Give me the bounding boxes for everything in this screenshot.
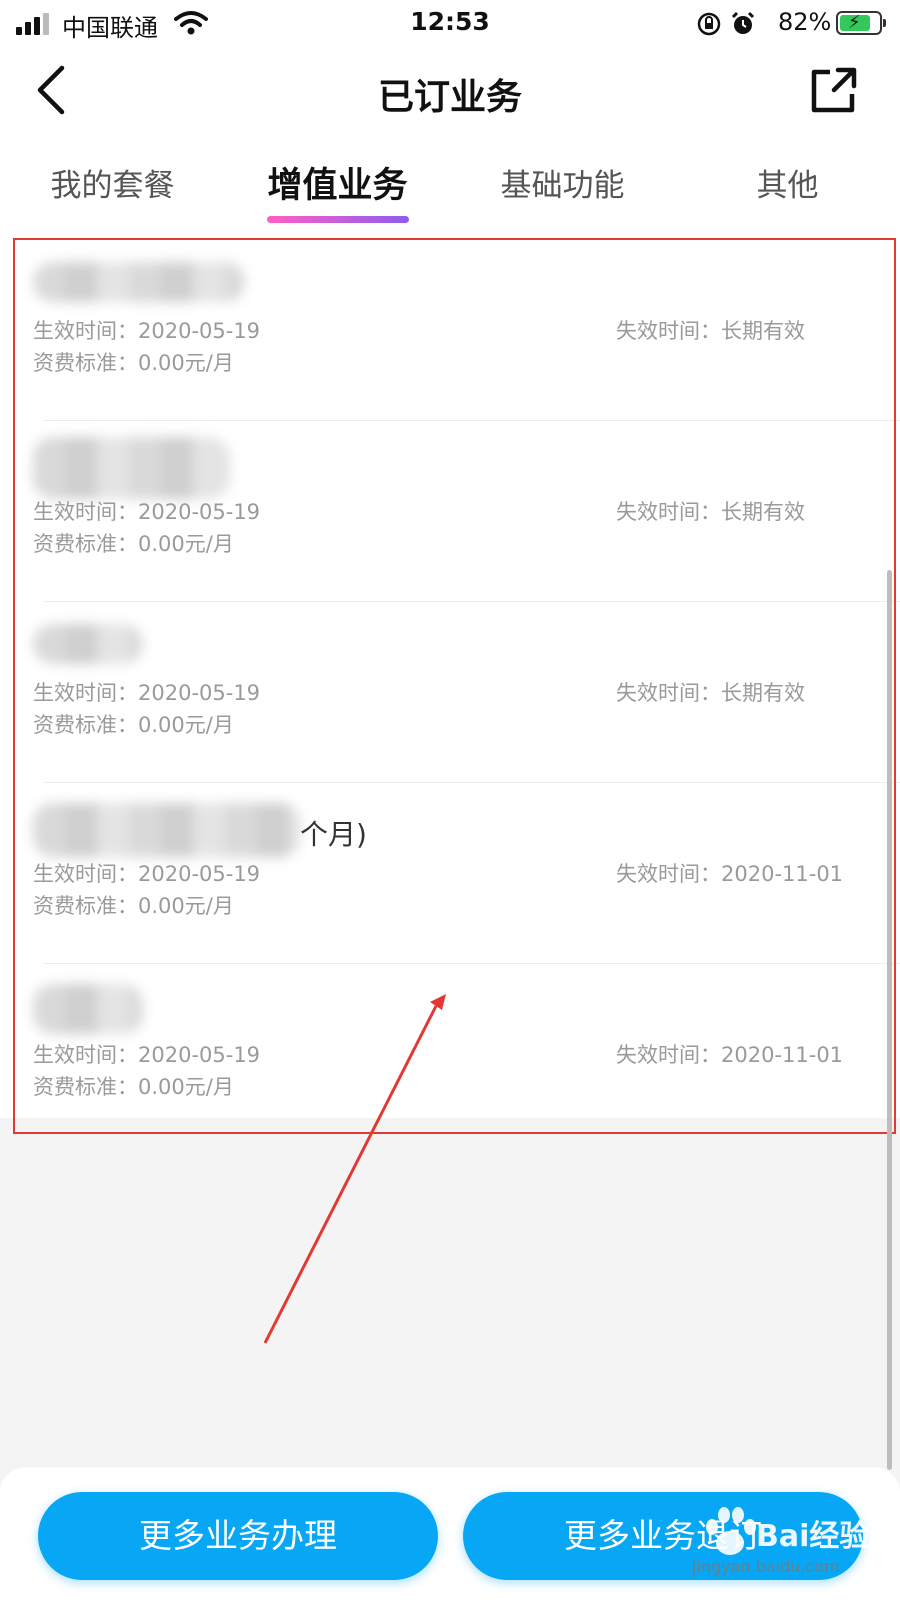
fee-standard: 资费标准：0.00元/月 — [33, 532, 234, 556]
share-icon[interactable] — [808, 64, 858, 116]
expiry-date: 失效时间：2020-11-01 — [616, 862, 844, 886]
fee-standard: 资费标准：0.00元/月 — [33, 713, 234, 737]
tab-value-added[interactable]: 增值业务 — [225, 157, 450, 208]
list-item[interactable]: 生效时间：2020-05-19 失效时间：长期有效 资费标准：0.00元/月 — [0, 602, 900, 783]
fee-standard: 资费标准：0.00元/月 — [33, 351, 234, 375]
effective-date: 生效时间：2020-05-19 — [33, 500, 261, 524]
fee-standard: 资费标准：0.00元/月 — [33, 894, 234, 918]
effective-date: 生效时间：2020-05-19 — [33, 681, 261, 705]
list-item[interactable]: 生效时间：2020-05-19 失效时间：长期有效 资费标准：0.00元/月 — [0, 240, 900, 421]
service-name-suffix: 个月) — [300, 818, 367, 851]
expiry-date: 失效时间：长期有效 — [616, 500, 805, 524]
tab-bar: 我的套餐 增值业务 基础功能 其他 — [0, 160, 900, 230]
active-tab-indicator — [267, 216, 409, 223]
effective-date: 生效时间：2020-05-19 — [33, 319, 261, 343]
blurred-service-name — [33, 262, 245, 302]
status-bar: 中国联通 12:53 82% ⚡ — [0, 0, 900, 46]
scrollbar[interactable] — [887, 570, 892, 1470]
list-item[interactable]: 生效时间：2020-05-19 失效时间：2020-11-01 资费标准：0.0… — [0, 964, 900, 1145]
more-business-button[interactable]: 更多业务办理 — [38, 1492, 438, 1580]
battery-percent: 82% — [778, 8, 832, 36]
blurred-service-name — [33, 984, 143, 1034]
expiry-date: 失效时间：长期有效 — [616, 681, 805, 705]
list-item[interactable]: 生效时间：2020-05-19 失效时间：长期有效 资费标准：0.00元/月 — [0, 421, 900, 602]
blurred-service-name — [33, 437, 229, 499]
page-title: 已订业务 — [377, 77, 522, 118]
fee-standard: 资费标准：0.00元/月 — [33, 1075, 234, 1099]
subscription-list: 生效时间：2020-05-19 失效时间：长期有效 资费标准：0.00元/月 生… — [0, 240, 900, 1145]
more-unsubscribe-button[interactable]: 更多业务退订 — [463, 1492, 863, 1580]
effective-date: 生效时间：2020-05-19 — [33, 862, 261, 886]
list-item[interactable]: 个月) 生效时间：2020-05-19 失效时间：2020-11-01 资费标准… — [0, 783, 900, 964]
tab-my-plan[interactable]: 我的套餐 — [0, 160, 225, 205]
status-time: 12:53 — [410, 7, 490, 36]
alarm-icon — [731, 11, 755, 34]
rotation-lock-icon — [697, 12, 721, 36]
tab-basic-functions[interactable]: 基础功能 — [450, 160, 675, 205]
battery-icon: ⚡ — [836, 11, 886, 35]
expiry-date: 失效时间：长期有效 — [616, 319, 805, 343]
blurred-service-name — [33, 624, 143, 664]
tab-other[interactable]: 其他 — [675, 160, 900, 205]
effective-date: 生效时间：2020-05-19 — [33, 1043, 261, 1067]
expiry-date: 失效时间：2020-11-01 — [616, 1043, 844, 1067]
blurred-service-name — [33, 803, 301, 857]
